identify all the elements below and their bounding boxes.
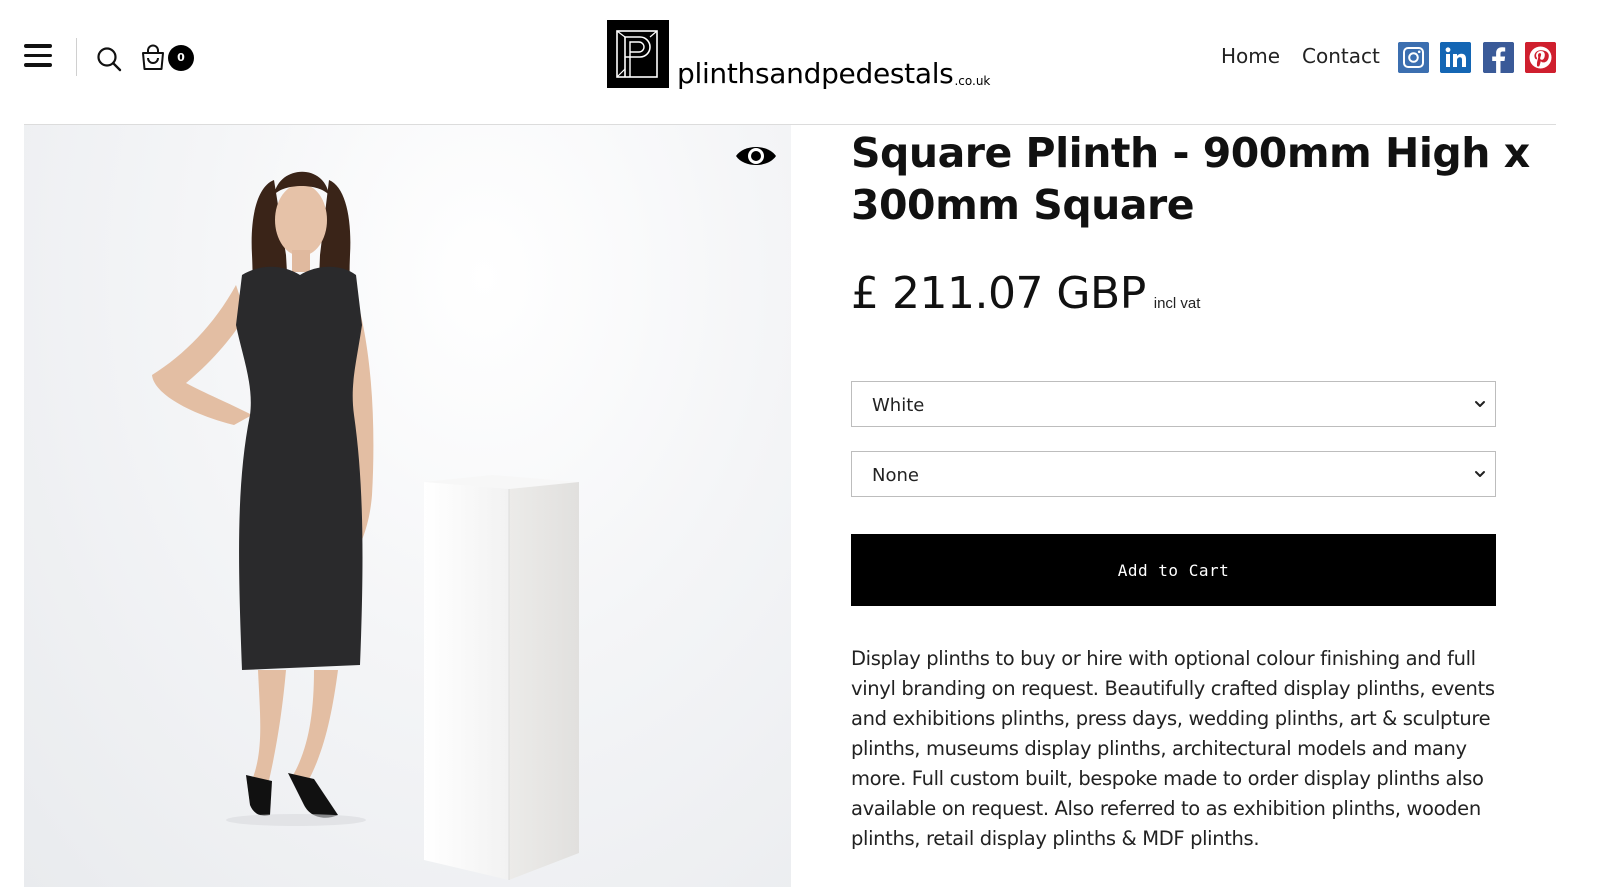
logo-mark-icon [607,20,669,88]
logo-text: plinthsandpedestals [677,57,954,90]
product-image[interactable] [24,125,791,887]
product-photo [152,171,579,880]
header-divider [76,38,77,76]
facebook-icon[interactable] [1483,42,1514,73]
eye-icon[interactable] [734,139,778,173]
menu-icon[interactable] [24,44,52,70]
logo-suffix: .co.uk [954,74,991,88]
option-select-value: None [872,465,919,486]
instagram-icon[interactable] [1398,42,1429,73]
cart-count-badge: 0 [168,45,194,71]
chevron-down-icon [1475,401,1485,407]
model-figure [152,171,374,826]
add-to-cart-button[interactable]: Add to Cart [851,534,1496,606]
colour-select-value: White [872,395,925,416]
linkedin-icon[interactable] [1440,42,1471,73]
nav-home-link[interactable]: Home [1221,44,1280,68]
product-description: Display plinths to buy or hire with opti… [851,647,1495,850]
site-logo[interactable]: plinthsandpedestals .co.uk [607,20,990,88]
option-select[interactable]: None [851,451,1496,497]
site-header: 0 plinthsandpedestals .co.uk Home Contac… [0,0,1612,126]
nav-contact[interactable]: Contact [1302,44,1380,68]
plinth-figure [424,475,579,880]
product-price: £ 211.07 GBP [851,268,1146,319]
nav-home[interactable]: Home [1221,44,1280,68]
price-row: £ 211.07 GBP incl vat [851,268,1200,319]
chevron-down-icon [1475,471,1485,477]
search-icon[interactable] [96,46,122,72]
colour-select[interactable]: White [851,381,1496,427]
cart-icon[interactable] [139,44,167,72]
nav-contact-link[interactable]: Contact [1302,44,1380,68]
product-title: Square Plinth - 900mm High x 300mm Squar… [851,129,1530,229]
pinterest-icon[interactable] [1525,42,1556,73]
price-vat-note: incl vat [1153,295,1201,312]
